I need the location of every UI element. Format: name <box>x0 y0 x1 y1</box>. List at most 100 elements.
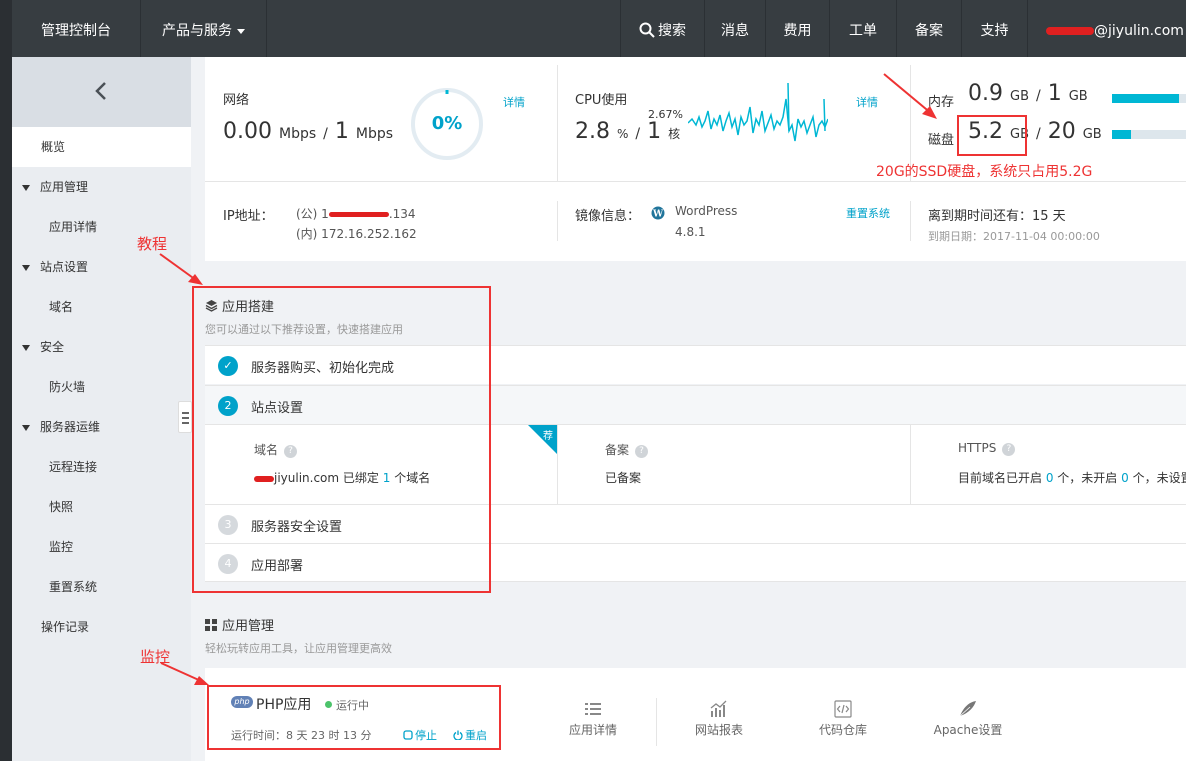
redaction-mark <box>328 212 389 217</box>
messages-label: 消息 <box>721 23 749 39</box>
ip-label: IP地址： <box>223 209 274 224</box>
fees-link[interactable]: 费用 <box>766 0 830 57</box>
sidebar-item-firewall[interactable]: 防火墙 <box>12 367 191 407</box>
annotation-disk-box <box>957 115 1027 156</box>
redaction-mark <box>1046 27 1094 35</box>
annotation-arrow-icon <box>159 253 203 285</box>
products-menu[interactable]: 产品与服务 <box>141 0 267 57</box>
sidebar-item-overview[interactable]: 概览 <box>12 127 191 167</box>
filing-label: 备案 <box>605 443 630 457</box>
topbar-edge <box>0 0 12 57</box>
user-account-menu[interactable]: @jiyulin.com <box>1028 0 1186 57</box>
tickets-label: 工单 <box>849 23 877 39</box>
sidebar-item-domain[interactable]: 域名 <box>12 287 191 327</box>
network-detail-link[interactable]: 详情 <box>503 94 525 110</box>
search-icon <box>639 22 655 38</box>
divider <box>910 425 911 505</box>
expire-date: 到期日期：2017-11-04 00:00:00 <box>928 230 1100 243</box>
disk-usage-fill <box>1112 130 1132 139</box>
sidebar-group-security[interactable]: 安全 <box>12 327 191 367</box>
sidebar-group-label: 服务器运维 <box>40 420 101 434</box>
cpu-cores-unit: 核 <box>668 127 681 141</box>
products-label: 产品与服务 <box>162 23 232 39</box>
network-gauge-value: 0% <box>431 113 463 134</box>
https-off-count: 0 <box>1121 471 1129 485</box>
divider <box>656 698 657 746</box>
memory-value: 0.9 <box>968 81 1003 106</box>
divider <box>557 65 558 181</box>
sidebar-group-label: 站点设置 <box>40 260 89 274</box>
tool-app-details[interactable]: 应用详情 <box>560 700 626 738</box>
help-icon[interactable]: ? <box>1002 443 1016 456</box>
list-icon <box>585 703 601 715</box>
ip-public-suffix: .134 <box>388 207 416 221</box>
https-label: HTTPS <box>958 441 997 455</box>
image-version: 4.8.1 <box>675 225 706 239</box>
filing-label: 备案 <box>915 23 943 39</box>
console-home-link[interactable]: 管理控制台 <box>12 0 141 57</box>
disk-max-unit: GB <box>1082 127 1102 142</box>
memory-value-group: 0.9 GB / 1 GB <box>968 81 1088 106</box>
memory-max: 1 <box>1047 81 1062 106</box>
console-label: 管理控制台 <box>41 23 111 39</box>
svg-text:W: W <box>652 210 664 220</box>
tickets-link[interactable]: 工单 <box>830 0 897 57</box>
sidebar-item-snapshot[interactable]: 快照 <box>12 487 191 527</box>
divider <box>557 201 558 241</box>
manage-subtitle: 轻松玩转应用工具，让应用管理更高效 <box>205 642 392 655</box>
help-icon[interactable]: ? <box>635 445 649 458</box>
network-value-group: 0.00 Mbps / 1 Mbps <box>223 119 393 144</box>
annotation-arrow-icon <box>160 662 209 685</box>
https-text: 目前域名已开启 <box>958 471 1046 485</box>
tool-apache-settings[interactable]: Apache设置 <box>928 700 1008 738</box>
https-heading: HTTPS? <box>958 441 1016 456</box>
chart-icon <box>710 700 727 717</box>
grid-icon <box>205 619 217 631</box>
tool-label: 网站报表 <box>694 723 743 737</box>
disk-max: 20 <box>1047 119 1076 144</box>
tool-label: 代码仓库 <box>818 723 867 737</box>
sidebar-item-operation-log[interactable]: 操作记录 <box>12 607 191 647</box>
ip-public: (公) 1 .134 <box>296 205 416 222</box>
tool-site-report[interactable]: 网站报表 <box>685 700 753 738</box>
support-link[interactable]: 支持 <box>962 0 1028 57</box>
user-email: @jiyulin.com <box>1094 23 1184 39</box>
expire-countdown: 离到期时间还有：15 天 <box>928 209 1066 224</box>
sidebar-group-server-ops[interactable]: 服务器运维 <box>12 407 191 447</box>
memory-unit: GB <box>1010 89 1029 104</box>
network-value: 0.00 <box>223 119 272 144</box>
https-value: 目前域名已开启 0 个，未开启 0 个，未设置 <box>958 469 1186 486</box>
feather-icon <box>959 701 976 717</box>
sidebar-group-app-management[interactable]: 应用管理 <box>12 167 191 207</box>
separator: / <box>1036 126 1041 142</box>
network-max: 1 <box>334 119 349 144</box>
sidebar-collapse-handle[interactable] <box>178 401 192 433</box>
cpu-detail-link[interactable]: 详情 <box>856 94 878 110</box>
filing-link[interactable]: 备案 <box>897 0 962 57</box>
wordpress-icon: W <box>651 206 665 220</box>
chevron-left-icon <box>95 82 106 100</box>
filing-heading: 备案? <box>605 441 649 458</box>
recommended-badge-label: 荐 <box>543 431 553 442</box>
ip-public-prefix: (公) 1 <box>296 207 329 221</box>
annotation-tutorial-box <box>192 286 491 593</box>
annotation-disk-note: 20G的SSD硬盘，系统只占用5.2G <box>876 164 1093 180</box>
divider <box>557 425 558 505</box>
fees-label: 费用 <box>783 23 812 39</box>
sidebar-item-monitor[interactable]: 监控 <box>12 527 191 567</box>
tool-code-repo[interactable]: 代码仓库 <box>810 700 876 738</box>
separator: / <box>323 126 328 142</box>
filing-value: 已备案 <box>605 471 642 485</box>
image-name: WordPress <box>675 204 738 218</box>
tool-label: Apache设置 <box>933 723 1003 737</box>
back-button[interactable] <box>12 57 191 127</box>
messages-link[interactable]: 消息 <box>705 0 766 57</box>
tool-label: 应用详情 <box>568 723 617 737</box>
search-button[interactable]: 搜索 <box>620 0 705 57</box>
left-edge-bar <box>0 57 12 761</box>
reset-system-link[interactable]: 重置系统 <box>846 205 890 221</box>
sidebar-item-reset-system[interactable]: 重置系统 <box>12 567 191 607</box>
sidebar-item-remote-connect[interactable]: 远程连接 <box>12 447 191 487</box>
cpu-value-group: 2.8 % / 1 核 <box>575 119 680 144</box>
divider <box>205 181 1186 182</box>
